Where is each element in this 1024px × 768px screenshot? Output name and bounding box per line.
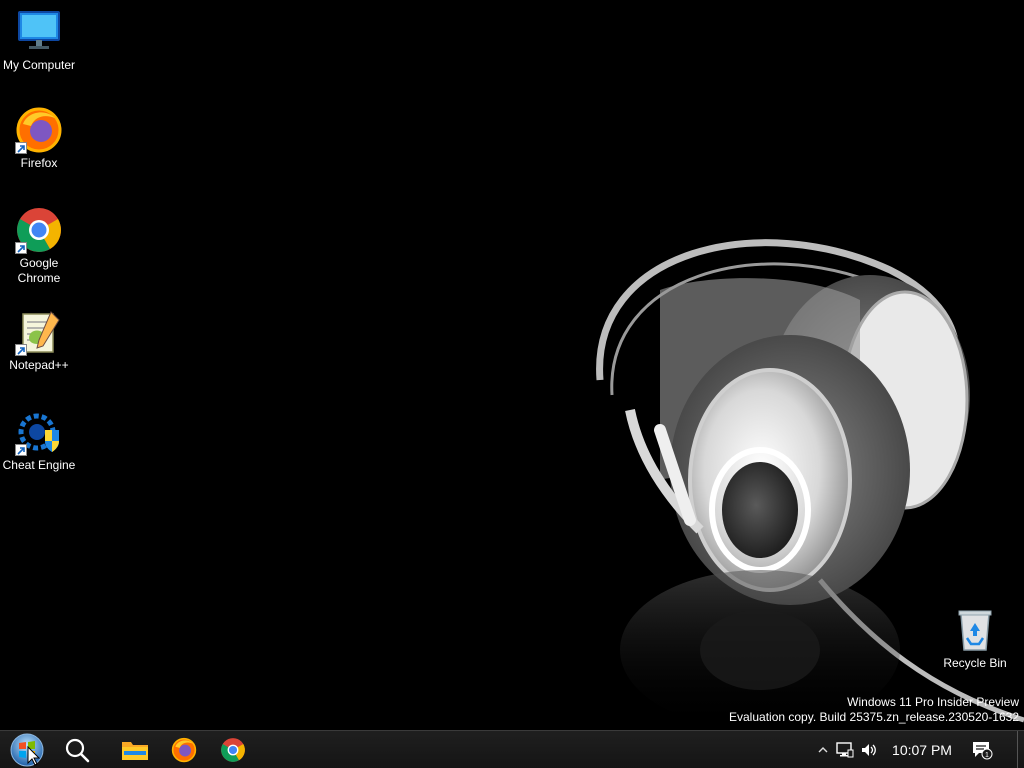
- windows-orb-icon: [10, 733, 44, 766]
- desktop-icon-label: Cheat Engine: [2, 458, 76, 472]
- start-button[interactable]: [4, 731, 50, 768]
- system-tray: 10:07 PM 1: [814, 731, 1024, 768]
- cheat-engine-icon: [15, 408, 63, 456]
- desktop-icon-notepadpp[interactable]: Notepad++: [0, 308, 78, 373]
- search-icon: [65, 738, 90, 762]
- taskbar-file-explorer[interactable]: [112, 731, 158, 768]
- show-hidden-icons-button[interactable]: [814, 731, 832, 768]
- speaker-icon: [862, 743, 876, 756]
- show-desktop-button[interactable]: [1017, 731, 1024, 768]
- desktop-icon-firefox[interactable]: Firefox: [0, 106, 78, 171]
- headphones-wallpaper: [596, 239, 1024, 730]
- watermark-build: Evaluation copy. Build 25375.zn_release.…: [729, 710, 1019, 724]
- taskbar-google-chrome[interactable]: [210, 731, 256, 768]
- chrome-icon: [15, 206, 63, 254]
- shortcut-arrow-icon: [15, 242, 27, 254]
- shortcut-arrow-icon: [15, 142, 27, 154]
- network-icon: [836, 741, 854, 757]
- notification-center-button[interactable]: 1: [964, 731, 1000, 768]
- network-button[interactable]: [834, 731, 856, 768]
- monitor-icon: [15, 8, 63, 56]
- taskbar-firefox[interactable]: [161, 731, 207, 768]
- clock-button[interactable]: 10:07 PM: [884, 731, 960, 768]
- desktop-icon-recycle-bin[interactable]: Recycle Bin: [936, 606, 1014, 671]
- desktop[interactable]: My Computer Firefox Google Chrome Notepa…: [0, 0, 1024, 730]
- desktop-icon-label: Firefox: [20, 156, 58, 170]
- taskbar: 10:07 PM 1: [0, 730, 1024, 768]
- search-button[interactable]: [54, 731, 100, 768]
- folder-icon: [122, 741, 148, 760]
- watermark-edition: Windows 11 Pro Insider Preview: [847, 695, 1019, 709]
- desktop-icon-label: Notepad++: [9, 358, 69, 372]
- notification-count: 1: [985, 752, 989, 759]
- shortcut-arrow-icon: [15, 444, 27, 456]
- desktop-icon-my-computer[interactable]: My Computer: [0, 8, 78, 73]
- clock-time: 10:07 PM: [892, 741, 952, 758]
- volume-button[interactable]: [858, 731, 880, 768]
- chevron-up-icon: [818, 746, 828, 752]
- notepadpp-icon: [15, 308, 63, 356]
- desktop-icon-label: Recycle Bin: [943, 656, 1007, 670]
- desktop-icon-label: Google Chrome: [17, 256, 61, 285]
- notification-icon: 1: [973, 741, 993, 759]
- firefox-icon: [15, 106, 63, 154]
- desktop-icon-cheat-engine[interactable]: Cheat Engine: [0, 408, 78, 473]
- shortcut-arrow-icon: [15, 344, 27, 356]
- recycle-bin-icon: [951, 606, 999, 654]
- desktop-icon-google-chrome[interactable]: Google Chrome: [0, 206, 78, 286]
- firefox-icon: [171, 737, 197, 762]
- chrome-icon: [221, 737, 245, 762]
- desktop-icon-label: My Computer: [2, 58, 76, 72]
